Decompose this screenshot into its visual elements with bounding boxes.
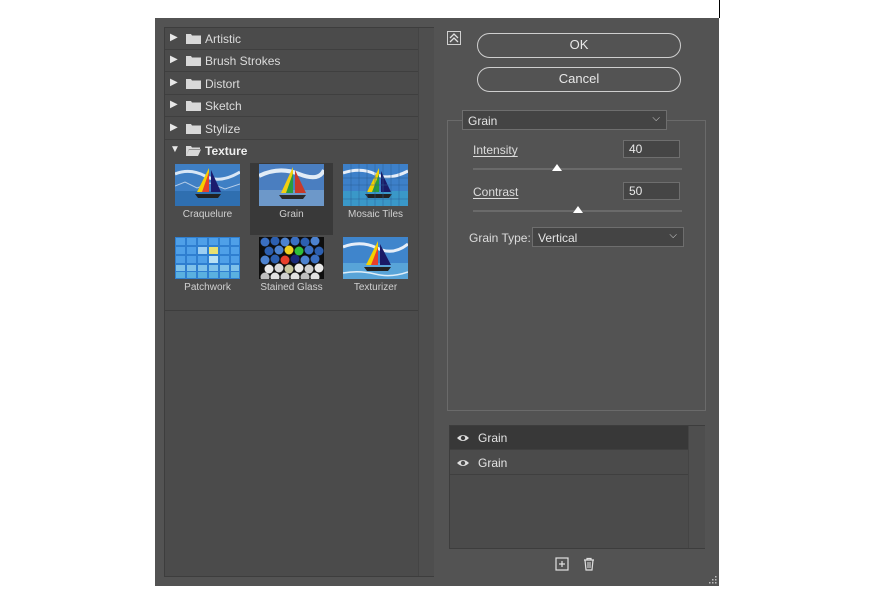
folder-icon [186, 56, 201, 66]
thumb-label: Stained Glass [260, 282, 323, 293]
thumb-label: Craquelure [182, 209, 233, 220]
effect-layer-row[interactable]: Grain [450, 451, 688, 475]
thumb-label: Grain [279, 209, 304, 220]
mosaic-tiles-thumbnail [343, 164, 408, 206]
grain-thumbnail [259, 164, 324, 206]
intensity-slider-track[interactable] [473, 168, 682, 170]
resize-grip-icon[interactable] [709, 576, 717, 584]
cancel-button[interactable]: Cancel [477, 67, 681, 92]
contrast-slider-knob[interactable] [572, 206, 583, 213]
category-label: Sketch [205, 99, 242, 113]
filter-select[interactable]: Grain ⌵ [462, 110, 667, 130]
filter-thumb-patchwork[interactable]: Patchwork [166, 236, 249, 308]
category-label: Distort [205, 77, 240, 91]
collapse-triangle-icon: ▼ [170, 144, 180, 155]
filter-gallery-dialog: ▶ Artistic ▶ Brush Strokes ▶ Distort ▶ S… [155, 18, 719, 586]
filter-thumb-mosaic-tiles[interactable]: Mosaic Tiles [334, 163, 417, 235]
expand-triangle-icon: ▶ [170, 54, 178, 65]
category-label: Artistic [205, 32, 241, 46]
filter-thumb-grain[interactable]: Grain [250, 163, 333, 235]
intensity-label: Intensity [473, 143, 518, 157]
window-edge-line [719, 0, 720, 18]
ok-button[interactable]: OK [477, 33, 681, 58]
folder-icon [186, 79, 201, 89]
thumb-label: Mosaic Tiles [347, 209, 403, 220]
collapse-arrows-icon[interactable] [447, 31, 461, 45]
category-artistic[interactable]: ▶ Artistic [165, 28, 418, 50]
filter-select-value: Grain [468, 114, 498, 128]
filter-thumb-texturizer[interactable]: Texturizer [334, 236, 417, 308]
folder-icon [186, 34, 201, 44]
expand-triangle-icon: ▶ [170, 122, 178, 133]
category-label: Stylize [205, 122, 241, 136]
effect-layer-row[interactable]: Grain [450, 426, 688, 450]
category-sketch[interactable]: ▶ Sketch [165, 95, 418, 117]
effect-layer-label: Grain [478, 431, 508, 445]
category-label: Texture [205, 144, 248, 158]
effect-layers-scrollbar[interactable] [688, 426, 705, 548]
expand-triangle-icon: ▶ [170, 77, 178, 88]
filter-list-scrollbar[interactable] [418, 28, 434, 576]
chevron-down-icon: ⌵ [669, 230, 677, 241]
category-label: Brush Strokes [205, 54, 281, 68]
craquelure-thumbnail [175, 164, 240, 206]
effect-layer-label: Grain [478, 456, 508, 470]
eye-icon[interactable] [456, 431, 470, 445]
folder-open-icon [186, 146, 201, 156]
thumb-label: Patchwork [184, 282, 231, 293]
category-distort[interactable]: ▶ Distort [165, 73, 418, 95]
expand-triangle-icon: ▶ [170, 99, 178, 110]
filter-list-panel: ▶ Artistic ▶ Brush Strokes ▶ Distort ▶ S… [164, 27, 434, 577]
list-divider [165, 310, 418, 311]
category-brush-strokes[interactable]: ▶ Brush Strokes [165, 50, 418, 72]
filter-thumb-stained-glass[interactable]: Stained Glass [250, 236, 333, 308]
intensity-input[interactable]: 40 [623, 140, 680, 158]
effect-layers-panel: Grain Grain [449, 425, 705, 549]
intensity-slider-knob[interactable] [551, 164, 562, 171]
new-layer-icon[interactable] [555, 557, 569, 571]
filter-thumb-craquelure[interactable]: Craquelure [166, 163, 249, 235]
stained-glass-thumbnail [259, 237, 324, 279]
contrast-label: Contrast [473, 185, 519, 199]
filter-settings-group [447, 120, 706, 411]
folder-icon [186, 101, 201, 111]
eye-icon[interactable] [456, 456, 470, 470]
patchwork-thumbnail [175, 237, 240, 279]
category-texture[interactable]: ▼ Texture [165, 140, 418, 162]
chevron-down-icon: ⌵ [652, 113, 660, 124]
texturizer-thumbnail [343, 237, 408, 279]
folder-icon [186, 124, 201, 134]
expand-triangle-icon: ▶ [170, 32, 178, 43]
thumb-label: Texturizer [353, 282, 398, 293]
trash-icon[interactable] [582, 557, 596, 571]
grain-type-label: Grain Type: [469, 231, 531, 245]
grain-type-select[interactable]: Vertical ⌵ [532, 227, 684, 247]
contrast-input[interactable]: 50 [623, 182, 680, 200]
category-stylize[interactable]: ▶ Stylize [165, 118, 418, 140]
grain-type-value: Vertical [538, 231, 578, 245]
